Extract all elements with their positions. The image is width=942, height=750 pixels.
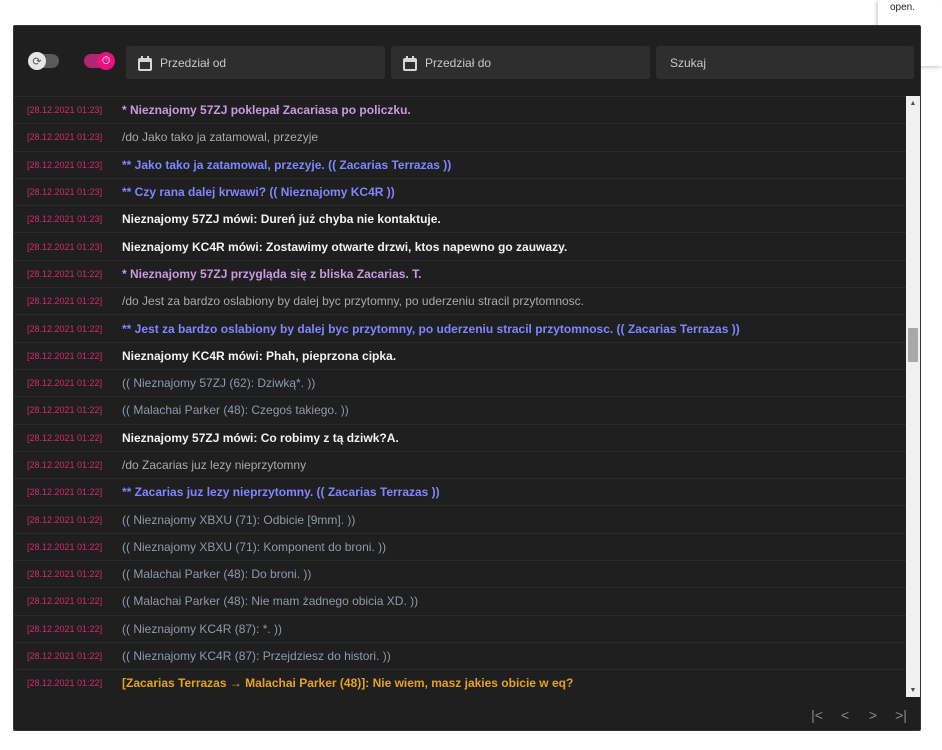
list-item: [28.12.2021 01:22] /do Jest za bardzo osl… bbox=[14, 288, 906, 316]
search-placeholder: Szukaj bbox=[670, 55, 707, 70]
message-timestamp: [28.12.2021 01:22] bbox=[27, 514, 103, 525]
message-text: /do Jako tako ja zatamowal, przezyje bbox=[122, 130, 319, 145]
message-text: (( Nieznajomy KC4R (87): Przejdziesz do … bbox=[122, 649, 391, 664]
calendar-icon bbox=[402, 55, 418, 71]
message-text: (( Nieznajomy XBXU (71): Odbicie [9mm]. … bbox=[122, 512, 356, 527]
date-from-placeholder: Przedział od bbox=[160, 55, 227, 70]
message-timestamp: [28.12.2021 01:22] bbox=[27, 432, 103, 443]
message-text: (( Malachai Parker (48): Do broni. )) bbox=[122, 567, 312, 582]
message-timestamp: [28.12.2021 01:22] bbox=[27, 487, 103, 498]
pagination: |< < > >| bbox=[808, 706, 910, 724]
list-item: [28.12.2021 01:23] Nieznajomy 57ZJ mówi: … bbox=[14, 206, 906, 234]
message-timestamp: [28.12.2021 01:22] bbox=[27, 651, 103, 662]
list-item: [28.12.2021 01:22] Nieznajomy KC4R mówi: … bbox=[14, 343, 906, 370]
message-text: ** Zacarias juz lezy nieprzytomny. (( Za… bbox=[122, 485, 440, 500]
message-text: * Nieznajomy 57ZJ poklepał Zacariasa po … bbox=[122, 103, 411, 118]
message-text: ** Czy rana dalej krwawi? (( Nieznajomy … bbox=[122, 185, 395, 200]
date-from-field[interactable]: Przedział od bbox=[126, 46, 385, 79]
message-timestamp: [28.12.2021 01:22] bbox=[27, 541, 103, 552]
list-item: [28.12.2021 01:22] (( Nieznajomy XBXU (71… bbox=[14, 506, 906, 534]
list-item: [28.12.2021 01:22] * Nieznajomy 57ZJ przy… bbox=[14, 261, 906, 289]
message-timestamp: [28.12.2021 01:22] bbox=[27, 460, 103, 470]
message-timestamp: [28.12.2021 01:22] bbox=[27, 623, 103, 634]
message-timestamp: [28.12.2021 01:22] bbox=[27, 405, 103, 416]
message-text: (( Nieznajomy 57ZJ (62): Dziwką*. )) bbox=[122, 376, 316, 391]
refresh-icon: ⟳ bbox=[28, 52, 46, 70]
list-item: [28.12.2021 01:22] /do Zacarias juz lezy … bbox=[14, 452, 906, 480]
message-list: [28.12.2021 01:23] * Nieznajomy 57ZJ pokl… bbox=[14, 96, 906, 697]
message-timestamp: [28.12.2021 01:23] bbox=[27, 159, 103, 170]
list-item: [28.12.2021 01:22] (( Nieznajomy KC4R (87… bbox=[14, 616, 906, 643]
message-text: Nieznajomy KC4R mówi: Phah, pieprzona ci… bbox=[122, 348, 397, 363]
message-text: Nieznajomy KC4R mówi: Zostawimy otwarte … bbox=[122, 239, 568, 254]
message-text: /do Zacarias juz lezy nieprzytomny bbox=[122, 458, 307, 472]
last-page-icon[interactable]: >| bbox=[892, 706, 910, 724]
message-timestamp: [28.12.2021 01:22] bbox=[27, 323, 103, 334]
calendar-icon bbox=[137, 55, 153, 71]
next-page-icon[interactable]: > bbox=[864, 706, 882, 724]
message-text: ** Jest za bardzo oslabiony by dalej byc… bbox=[122, 321, 740, 336]
message-timestamp: [28.12.2021 01:22] bbox=[27, 268, 103, 279]
message-timestamp: [28.12.2021 01:23] bbox=[27, 105, 103, 116]
list-item: [28.12.2021 01:23] ** Czy rana dalej krwa… bbox=[14, 179, 906, 207]
message-timestamp: [28.12.2021 01:23] bbox=[27, 214, 103, 225]
message-text: Nieznajomy 57ZJ mówi: Co robimy z tą dzi… bbox=[122, 430, 399, 445]
message-timestamp: [28.12.2021 01:23] bbox=[27, 241, 103, 252]
message-text: (( Nieznajomy XBXU (71): Komponent do br… bbox=[122, 539, 387, 554]
scroll-up-arrow-icon[interactable]: ▲ bbox=[906, 96, 920, 110]
list-item: [28.12.2021 01:22] (( Malachai Parker (48… bbox=[14, 561, 906, 589]
message-text: ** Jako tako ja zatamowal, przezyje. (( … bbox=[122, 157, 452, 172]
date-to-field[interactable]: Przedział do bbox=[391, 46, 650, 79]
message-timestamp: [28.12.2021 01:22] bbox=[27, 350, 103, 361]
list-item: [28.12.2021 01:23] Nieznajomy KC4R mówi: … bbox=[14, 233, 906, 261]
timer-toggle[interactable]: ⏱ bbox=[84, 52, 115, 70]
list-item: [28.12.2021 01:22] (( Nieznajomy XBXU (71… bbox=[14, 534, 906, 562]
list-item: [28.12.2021 01:23] * Nieznajomy 57ZJ pokl… bbox=[14, 97, 906, 125]
list-item: [28.12.2021 01:23] /do Jako tako ja zatam… bbox=[14, 124, 906, 152]
message-text: [Zacarias Terrazas → Malachai Parker (48… bbox=[122, 676, 574, 691]
scroll-down-arrow-icon[interactable]: ▼ bbox=[906, 683, 920, 697]
message-timestamp: [28.12.2021 01:23] bbox=[27, 187, 103, 198]
message-text: /do Jest za bardzo oslabiony by dalej by… bbox=[122, 294, 584, 309]
list-item: [28.12.2021 01:22] (( Malachai Parker (48… bbox=[14, 397, 906, 425]
previous-page-icon[interactable]: < bbox=[836, 706, 854, 724]
chat-log-panel: ⟳ ⏱ Przedział od Przedział do Szukaj [28… bbox=[13, 25, 921, 731]
popover-text: open. bbox=[890, 2, 916, 13]
message-timestamp: [28.12.2021 01:22] bbox=[27, 678, 103, 689]
message-timestamp: [28.12.2021 01:22] bbox=[27, 569, 103, 580]
message-timestamp: [28.12.2021 01:22] bbox=[27, 378, 103, 389]
list-item: [28.12.2021 01:22] ** Jest za bardzo osla… bbox=[14, 315, 906, 343]
message-timestamp: [28.12.2021 01:22] bbox=[27, 596, 103, 607]
search-input[interactable]: Szukaj bbox=[656, 46, 914, 79]
message-timestamp: [28.12.2021 01:22] bbox=[27, 296, 103, 307]
list-item: [28.12.2021 01:22] ** Zacarias juz lezy n… bbox=[14, 479, 906, 507]
timer-icon: ⏱ bbox=[97, 52, 115, 70]
message-timestamp: [28.12.2021 01:23] bbox=[27, 132, 103, 143]
scrollbar-thumb[interactable] bbox=[908, 328, 918, 362]
message-text: (( Malachai Parker (48): Czegoś takiego.… bbox=[122, 403, 349, 418]
list-item: [28.12.2021 01:22] (( Malachai Parker (48… bbox=[14, 588, 906, 616]
message-text: * Nieznajomy 57ZJ przygląda się z bliska… bbox=[122, 266, 422, 281]
list-item: [28.12.2021 01:22] [Zacarias Terrazas → M… bbox=[14, 670, 906, 697]
date-to-placeholder: Przedział do bbox=[425, 55, 492, 70]
list-item: [28.12.2021 01:22] (( Nieznajomy KC4R (87… bbox=[14, 643, 906, 671]
message-text: (( Nieznajomy KC4R (87): *. )) bbox=[122, 621, 283, 636]
toolbar: ⟳ ⏱ Przedział od Przedział do Szukaj bbox=[14, 46, 920, 79]
list-item: [28.12.2021 01:22] Nieznajomy 57ZJ mówi: … bbox=[14, 425, 906, 452]
message-text: (( Malachai Parker (48): Nie mam żadnego… bbox=[122, 594, 419, 609]
list-item: [28.12.2021 01:23] ** Jako tako ja zatamo… bbox=[14, 152, 906, 179]
message-text: Nieznajomy 57ZJ mówi: Dureń już chyba ni… bbox=[122, 212, 441, 227]
auto-refresh-toggle[interactable]: ⟳ bbox=[28, 52, 59, 70]
scrollbar[interactable]: ▲ ▼ bbox=[906, 96, 920, 697]
list-item: [28.12.2021 01:22] (( Nieznajomy 57ZJ (62… bbox=[14, 370, 906, 398]
first-page-icon[interactable]: |< bbox=[808, 706, 826, 724]
